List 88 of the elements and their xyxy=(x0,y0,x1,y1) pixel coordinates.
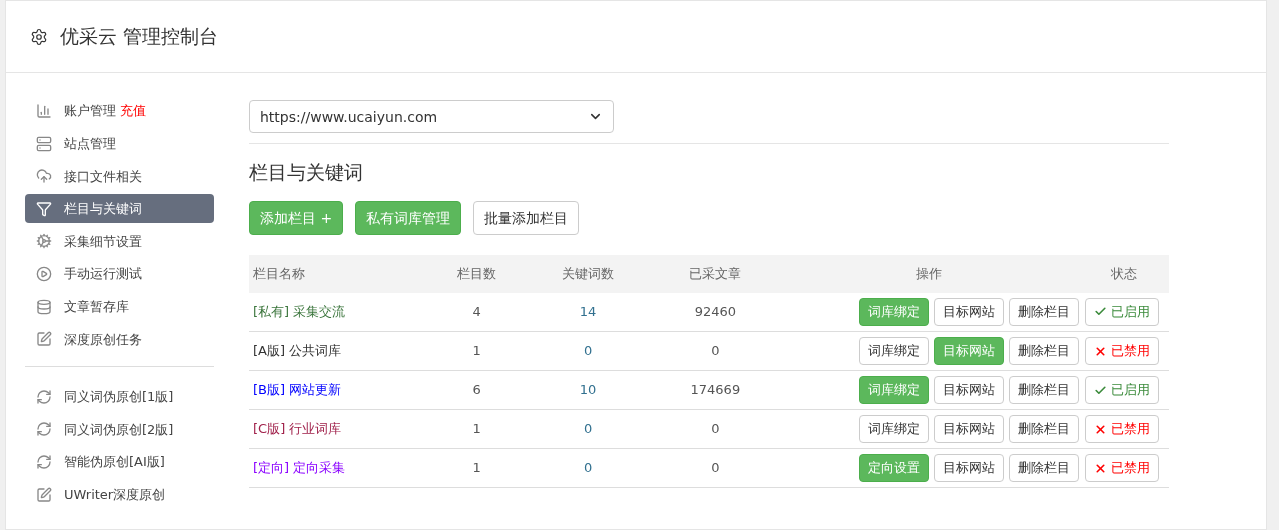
category-name[interactable]: [C版] 行业词库 xyxy=(253,421,342,437)
sidebar-item[interactable]: 智能伪原创[AI版] xyxy=(25,447,214,477)
gear-icon xyxy=(36,233,52,250)
sidebar-label: 深度原创任务 xyxy=(64,330,142,349)
status-button[interactable]: 已启用 xyxy=(1085,298,1159,326)
sidebar-label: 账户管理 xyxy=(64,102,116,121)
sidebar-item[interactable]: 文章暂存库 xyxy=(25,292,214,322)
sidebar-item[interactable]: 账户管理 充值 xyxy=(25,96,214,126)
database-icon xyxy=(36,298,52,315)
check-icon xyxy=(1094,383,1107,397)
table-cell: 1 xyxy=(472,421,481,437)
category-name[interactable]: [定向] 定向采集 xyxy=(253,460,346,476)
status-button[interactable]: 已启用 xyxy=(1085,376,1159,404)
settings-icon xyxy=(30,27,48,46)
sidebar-item[interactable]: 深度原创任务 xyxy=(25,324,214,354)
table-cell: 0 xyxy=(583,343,593,359)
filter-icon xyxy=(36,200,52,217)
sidebar-item[interactable]: 接口文件相关 xyxy=(25,161,214,191)
column-header: 已采文章 xyxy=(689,265,742,281)
default-button[interactable]: 删除栏目 xyxy=(1009,337,1079,365)
app-title: 优采云 管理控制台 xyxy=(60,24,219,50)
sidebar-label: 采集细节设置 xyxy=(64,232,142,251)
cross-icon xyxy=(1094,461,1107,475)
column-header: 栏目数 xyxy=(457,265,497,281)
default-button[interactable]: 删除栏目 xyxy=(1009,415,1079,443)
recharge-link[interactable]: 充值 xyxy=(120,101,146,121)
status-button[interactable]: 已禁用 xyxy=(1085,454,1159,482)
category-name[interactable]: [私有] 采集交流 xyxy=(253,304,346,319)
default-button[interactable]: 目标网站 xyxy=(934,415,1004,443)
table-cell: 0 xyxy=(711,421,720,437)
sidebar-label: 站点管理 xyxy=(64,134,116,153)
table-cell: 174669 xyxy=(690,382,741,398)
sidebar-label: 接口文件相关 xyxy=(64,167,142,186)
table-cell: 14 xyxy=(579,304,597,319)
category-name[interactable]: [B版] 网站更新 xyxy=(253,382,342,398)
default-button[interactable]: 词库绑定 xyxy=(859,415,929,443)
table-cell: 0 xyxy=(583,460,593,476)
column-header: 栏目名称 xyxy=(253,265,305,281)
column-header: 操作 xyxy=(916,265,942,281)
table-cell: 0 xyxy=(711,343,720,359)
table-cell: 6 xyxy=(472,382,481,398)
default-button[interactable]: 目标网站 xyxy=(934,376,1004,404)
section-title: 栏目与关键词 xyxy=(249,160,364,185)
table-cell: 4 xyxy=(472,304,481,319)
default-button[interactable]: 目标网站 xyxy=(934,298,1004,326)
server-icon xyxy=(36,135,52,152)
sidebar-label: 文章暂存库 xyxy=(64,297,129,316)
edit-icon xyxy=(36,331,52,348)
default-button[interactable]: 删除栏目 xyxy=(1009,298,1079,326)
default-button[interactable]: 词库绑定 xyxy=(859,337,929,365)
sidebar-label: 手动运行测试 xyxy=(64,265,142,284)
sidebar-label: 同义词伪原创[2版] xyxy=(64,420,174,439)
default-button[interactable]: 批量添加栏目 xyxy=(473,200,580,235)
sidebar-item[interactable]: UWriter深度原创 xyxy=(25,480,214,510)
bar-chart-icon xyxy=(36,103,52,120)
cloud-upload-icon xyxy=(36,168,52,185)
sidebar-label: 智能伪原创[AI版] xyxy=(64,453,165,472)
table-cell: 92460 xyxy=(694,304,737,319)
edit-icon xyxy=(36,486,52,503)
sidebar-item[interactable]: 站点管理 xyxy=(25,129,214,159)
status-button[interactable]: 已禁用 xyxy=(1085,415,1159,443)
category-name[interactable]: [A版] 公共词库 xyxy=(253,343,342,359)
sidebar-item[interactable]: 采集细节设置 xyxy=(25,226,214,256)
table-cell: 0 xyxy=(583,421,593,437)
cross-icon xyxy=(1094,344,1107,358)
sidebar-item[interactable]: 手动运行测试 xyxy=(25,259,214,289)
sidebar-item[interactable]: 同义词伪原创[2版] xyxy=(25,414,214,444)
default-button[interactable]: 目标网站 xyxy=(934,454,1004,482)
default-button[interactable]: 删除栏目 xyxy=(1009,376,1079,404)
play-icon xyxy=(36,266,52,283)
table-cell: 0 xyxy=(711,460,720,476)
default-button[interactable]: 删除栏目 xyxy=(1009,454,1079,482)
status-button[interactable]: 已禁用 xyxy=(1085,337,1159,365)
sidebar-label: UWriter深度原创 xyxy=(64,485,166,504)
sidebar-item[interactable]: 栏目与关键词 xyxy=(25,194,214,224)
refresh-icon xyxy=(36,388,52,405)
site-select[interactable]: https://www.ucaiyun.com xyxy=(249,100,614,133)
table-cell: 1 xyxy=(472,343,481,359)
sidebar-label: 同义词伪原创[1版] xyxy=(64,388,174,407)
column-header: 状态 xyxy=(1111,265,1137,281)
cross-icon xyxy=(1094,422,1107,436)
refresh-icon xyxy=(36,454,52,471)
table-cell: 10 xyxy=(579,382,597,398)
column-header: 关键词数 xyxy=(562,265,615,281)
sidebar-item[interactable]: 同义词伪原创[1版] xyxy=(25,382,214,412)
table-cell: 1 xyxy=(472,460,481,476)
sidebar-label: 栏目与关键词 xyxy=(64,200,142,219)
refresh-icon xyxy=(36,421,52,438)
